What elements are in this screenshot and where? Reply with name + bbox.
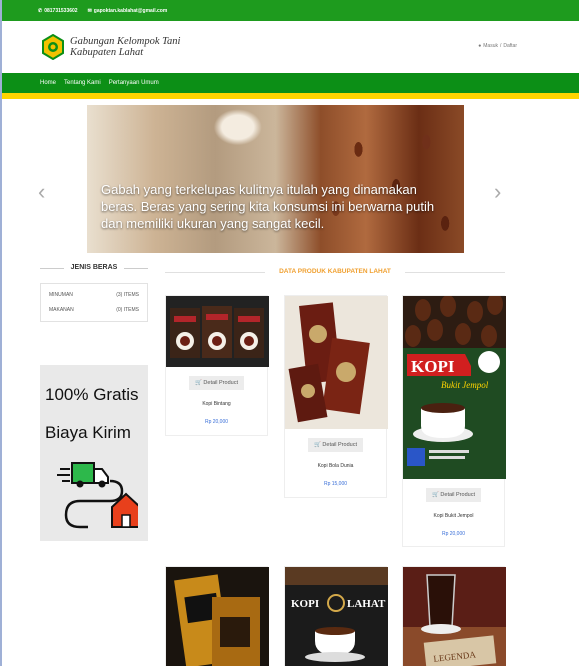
detail-product-button[interactable]: 🛒 Detail Product bbox=[426, 488, 481, 502]
product-image[interactable] bbox=[166, 567, 269, 666]
category-list: MINUMAN (3) ITEMS MAKANAN (0) ITEMS bbox=[40, 283, 148, 322]
phone-contact[interactable]: ✆ 081731533602 bbox=[38, 8, 78, 14]
logo-icon[interactable] bbox=[42, 33, 64, 61]
nav-home[interactable]: Home bbox=[40, 80, 56, 86]
product-price: Rp 20,000 bbox=[441, 531, 466, 537]
products-title: DATA PRODUK KABUPATEN LAHAT bbox=[165, 268, 505, 275]
site-logo-text[interactable]: Gabungan Kelompok Tani Kabupaten Lahat bbox=[70, 36, 180, 58]
product-name: Kopi Bintang bbox=[202, 401, 231, 407]
cart-icon: 🛒 bbox=[432, 492, 439, 498]
slider-prev-arrow-icon[interactable]: ‹ bbox=[38, 179, 45, 205]
register-link[interactable]: Daftar bbox=[503, 43, 517, 49]
lahat-left-label: KOPI bbox=[291, 598, 319, 610]
top-contact-bar: ✆ 081731533602 ✉ gapoktan.kablahat@gmail.c… bbox=[2, 0, 579, 21]
category-title: JENIS BERAS bbox=[40, 264, 148, 271]
product-card[interactable]: LEGENDA bbox=[402, 566, 506, 666]
slide-caption: Gabah yang terkelupas kulitnya itulah ya… bbox=[101, 182, 435, 231]
product-name: Kopi Bukit Jempol bbox=[433, 513, 474, 519]
kopi-brand-label: KOPI bbox=[411, 357, 455, 376]
product-card-kopi-bukit-jempol[interactable]: KOPI Bukit Jempol 🛒 Detail Product Kopi … bbox=[402, 295, 506, 547]
slider-next-arrow-icon[interactable]: › bbox=[494, 179, 501, 205]
detail-product-button[interactable]: 🛒 Detail Product bbox=[308, 438, 363, 452]
email-contact[interactable]: ✉ gapoktan.kablahat@gmail.com bbox=[88, 8, 168, 14]
product-image[interactable] bbox=[166, 296, 269, 367]
category-sidebar: JENIS BERAS MINUMAN (3) ITEMS MAKANAN (0… bbox=[40, 264, 148, 322]
delivery-truck-icon bbox=[57, 462, 138, 529]
category-item-makanan[interactable]: MAKANAN (0) ITEMS bbox=[49, 307, 139, 313]
cart-icon: 🛒 bbox=[195, 380, 202, 386]
free-shipping-banner: 100% Gratis Biaya Kirim bbox=[40, 365, 148, 541]
main-nav: Home Tentang Kami Pertanyaan Umum bbox=[2, 73, 579, 99]
auth-links: ● Masuk / Daftar bbox=[478, 43, 517, 49]
product-image[interactable]: LEGENDA bbox=[403, 567, 506, 666]
slide-image: Gabah yang terkelupas kulitnya itulah ya… bbox=[87, 105, 464, 253]
nav-pertanyaan-umum[interactable]: Pertanyaan Umum bbox=[109, 80, 159, 86]
product-image[interactable]: KOPI LAHAT bbox=[285, 567, 388, 666]
product-card[interactable]: KOPI LAHAT bbox=[284, 566, 388, 666]
nav-tentang-kami[interactable]: Tentang Kami bbox=[64, 80, 101, 86]
mail-icon: ✉ bbox=[87, 7, 92, 14]
product-card[interactable] bbox=[165, 566, 269, 666]
phone-icon: ✆ bbox=[38, 7, 43, 14]
category-item-minuman[interactable]: MINUMAN (3) ITEMS bbox=[49, 292, 139, 298]
product-price: Rp 15,000 bbox=[323, 481, 348, 487]
product-price: Rp 20,000 bbox=[204, 419, 229, 425]
product-image[interactable]: KOPI Bukit Jempol bbox=[403, 296, 506, 479]
cart-icon: 🛒 bbox=[314, 442, 321, 448]
site-header: Gabungan Kelompok Tani Kabupaten Lahat ●… bbox=[2, 21, 579, 73]
product-name: Kopi Bola Dunia bbox=[317, 463, 354, 469]
hero-slider: ‹ Gabah yang terkelupas kulitnya itulah … bbox=[2, 99, 579, 259]
login-link[interactable]: Masuk bbox=[483, 43, 498, 49]
product-card-kopi-bola-dunia[interactable]: 🛒 Detail Product Kopi Bola Dunia Rp 15,0… bbox=[284, 295, 388, 498]
kopi-sub-label: Bukit Jempol bbox=[441, 380, 489, 390]
user-icon: ● bbox=[478, 43, 482, 49]
product-card-kopi-bintang[interactable]: 🛒 Detail Product Kopi Bintang Rp 20,000 bbox=[165, 295, 269, 436]
detail-product-button[interactable]: 🛒 Detail Product bbox=[189, 376, 244, 390]
product-image[interactable] bbox=[285, 296, 388, 429]
lahat-right-label: LAHAT bbox=[347, 598, 386, 610]
